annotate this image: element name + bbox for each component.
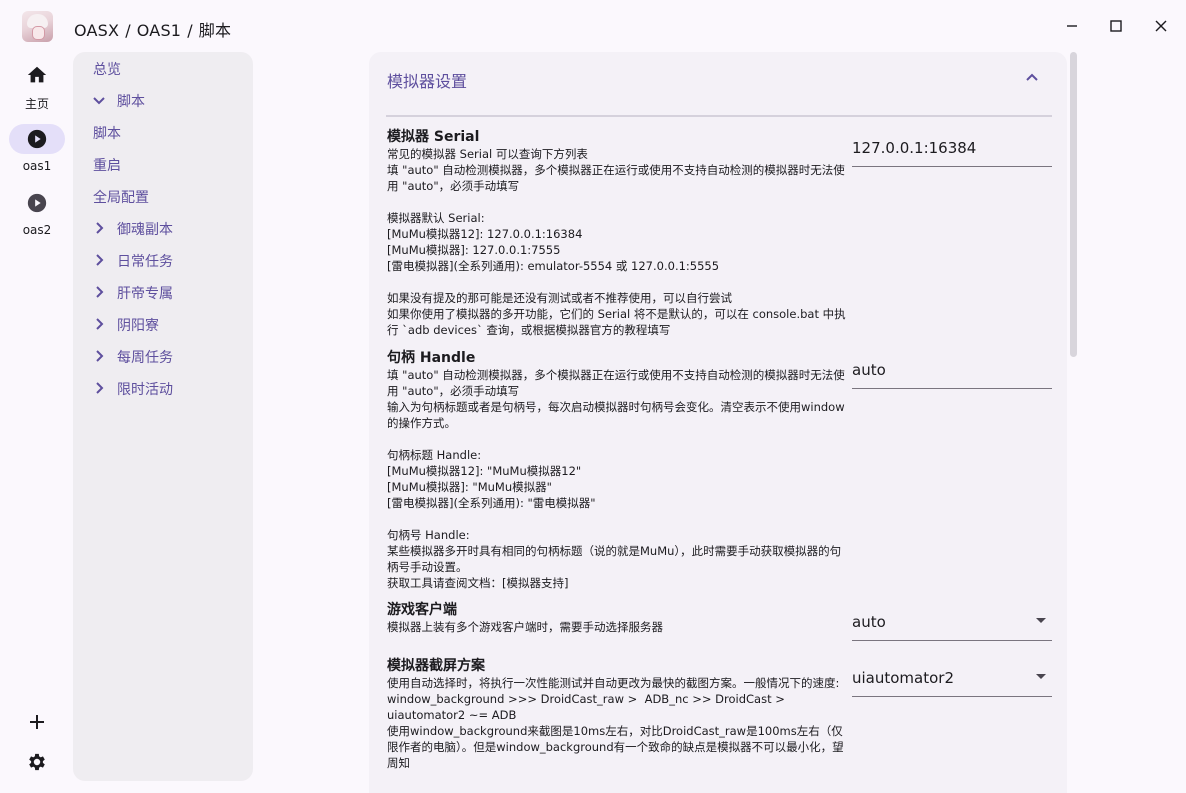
dropdown-arrow-icon — [1036, 674, 1046, 679]
option-value: auto — [852, 613, 886, 631]
tree-item[interactable]: 全局配置 — [93, 187, 149, 207]
breadcrumb-app: OASX — [74, 21, 120, 40]
option-description: 填 "auto" 自动检测模拟器，多个模拟器正在运行或使用不支持自动检测的模拟器… — [387, 368, 845, 590]
close-icon[interactable] — [1151, 16, 1171, 36]
tree-item-label: 肝帝专属 — [117, 286, 173, 302]
option-description: 使用自动选择时，将执行一次性能测试并自动更改为最快的截图方案。一般情况下的速度:… — [387, 676, 844, 770]
title-bar: OASX / OAS1 / 脚本 — [0, 0, 1186, 52]
tree-item[interactable]: 御魂副本 — [96, 219, 173, 239]
option-description: 常见的模拟器 Serial 可以查询下方列表 填 "auto" 自动检测模拟器，… — [387, 147, 846, 337]
tree-item-label: 总览 — [93, 62, 121, 78]
tree-item-label: 日常任务 — [117, 254, 173, 270]
option-value: uiautomator2 — [852, 669, 955, 687]
option-value: 127.0.0.1:16384 — [852, 139, 977, 157]
tree-item-label: 阴阳寮 — [117, 318, 159, 334]
chevron-right-icon[interactable] — [91, 284, 107, 300]
task-tree: 总览 脚本 脚本 重启 全局配置 御魂副本 日常任务 肝帝专属 阴阳寮 每周任务 限时活动 — [73, 52, 253, 781]
tree-item[interactable]: 限时活动 — [96, 379, 173, 399]
breadcrumb-separator: / — [125, 21, 131, 40]
play-circle-icon — [27, 193, 47, 213]
play-circle-icon — [27, 129, 47, 149]
section-title: 模拟器设置 — [387, 72, 468, 91]
app-logo — [22, 11, 53, 42]
tree-item-label: 御魂副本 — [117, 222, 173, 238]
nav-label: oas2 — [22, 223, 52, 237]
chevron-down-icon[interactable] — [91, 92, 107, 108]
settings-panel: 模拟器设置 模拟器 Serial 常见的模拟器 Serial 可以查询下方列表 填… — [369, 52, 1067, 793]
tree-item-label: 脚本 — [93, 126, 121, 142]
minimize-icon[interactable] — [1062, 16, 1082, 36]
scrollbar[interactable] — [1070, 52, 1077, 357]
tree-item[interactable]: 每周任务 — [96, 347, 173, 367]
breadcrumb-instance: OAS1 — [136, 21, 182, 40]
option-title: 模拟器 Serial — [387, 129, 480, 145]
chevron-right-icon[interactable] — [91, 316, 107, 332]
option-description: 模拟器上装有多个游戏客户端时，需要手动选择服务器 — [387, 620, 663, 634]
section-divider — [386, 115, 1052, 117]
breadcrumb: OASX / OAS1 / 脚本 — [74, 17, 237, 41]
tree-item[interactable]: 肝帝专属 — [96, 283, 173, 303]
nav-label: 主页 — [24, 97, 49, 111]
tree-item[interactable]: 脚本 — [93, 123, 121, 143]
gear-icon[interactable] — [26, 751, 48, 773]
option-title: 游戏客户端 — [387, 602, 457, 618]
breadcrumb-page: 脚本 — [198, 21, 232, 40]
option-title: 模拟器截屏方案 — [387, 658, 485, 674]
option-input[interactable]: 127.0.0.1:16384 — [852, 130, 1052, 167]
tree-item-label: 限时活动 — [117, 382, 173, 398]
navigation-rail: 主页 oas1 oas2 — [0, 52, 72, 793]
chevron-right-icon[interactable] — [91, 220, 107, 236]
tree-item[interactable]: 日常任务 — [96, 251, 173, 271]
chevron-right-icon[interactable] — [91, 380, 107, 396]
tree-item[interactable]: 总览 — [93, 59, 121, 79]
tree-item-label: 重启 — [93, 158, 121, 174]
nav-item-oas1[interactable]: oas1 — [9, 124, 65, 173]
option-dropdown[interactable]: auto — [852, 604, 1052, 641]
chevron-right-icon[interactable] — [91, 252, 107, 268]
tree-item-label: 每周任务 — [117, 350, 173, 366]
nav-label: oas1 — [22, 159, 52, 173]
dropdown-arrow-icon — [1036, 618, 1046, 623]
home-icon — [27, 66, 47, 83]
option-title: 句柄 Handle — [387, 350, 476, 366]
tree-item[interactable]: 阴阳寮 — [96, 315, 159, 335]
option-dropdown[interactable]: uiautomator2 — [852, 660, 1052, 697]
nav-item-oas2[interactable]: oas2 — [9, 188, 65, 237]
breadcrumb-separator: / — [187, 21, 193, 40]
tree-item[interactable]: 重启 — [93, 155, 121, 175]
maximize-icon[interactable] — [1106, 16, 1126, 36]
option-value: auto — [852, 361, 886, 379]
nav-item-home[interactable]: 主页 — [9, 60, 65, 112]
tree-item-label: 脚本 — [117, 94, 145, 110]
option-input[interactable]: auto — [852, 352, 1052, 389]
add-icon[interactable] — [27, 712, 47, 732]
tree-item-label: 全局配置 — [93, 190, 149, 206]
chevron-right-icon[interactable] — [91, 348, 107, 364]
tree-item[interactable]: 脚本 — [93, 91, 145, 111]
chevron-up-icon[interactable] — [1023, 68, 1041, 86]
